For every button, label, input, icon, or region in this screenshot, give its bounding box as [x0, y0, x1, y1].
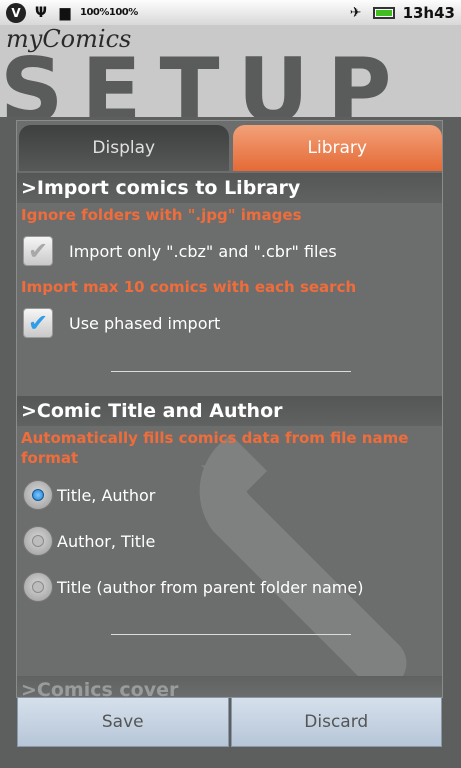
usb-icon: Ψ — [35, 4, 47, 21]
phased-import-option[interactable]: ✔ Use phased import — [17, 297, 442, 349]
save-button[interactable]: Save — [17, 697, 229, 747]
tab-bar: Display Library — [17, 121, 442, 173]
phased-import-label: Use phased import — [69, 313, 221, 333]
airplane-icon: ✈ — [349, 4, 362, 21]
battery-percent: 100%100% — [80, 7, 138, 18]
radio-author-title[interactable]: Author, Title — [17, 518, 442, 564]
sd-card-icon: ▆ — [59, 4, 71, 21]
v-logo-icon: V — [6, 2, 26, 23]
radio-title-parent-folder-button[interactable] — [23, 572, 53, 602]
import-max-option[interactable]: Import max 10 comics with each search — [17, 277, 442, 297]
library-settings: >Import comics to Library Ignore folders… — [17, 173, 442, 635]
cbz-cbr-option[interactable]: ✔ Import only ".cbz" and ".cbr" files — [17, 225, 442, 277]
phased-import-checkbox[interactable]: ✔ — [23, 308, 53, 338]
action-bar: Save Discard — [16, 697, 443, 747]
tab-display[interactable]: Display — [19, 125, 229, 171]
radio-author-title-button[interactable] — [23, 526, 53, 556]
radio-title-author-button[interactable] — [23, 480, 53, 510]
divider — [110, 634, 351, 635]
radio-title-author-label: Title, Author — [57, 485, 156, 505]
radio-title-author[interactable]: Title, Author — [17, 472, 442, 518]
ignore-folders-option[interactable]: Ignore folders with ".jpg" images — [17, 205, 442, 225]
setup-banner: SETUP — [0, 39, 410, 118]
cbz-cbr-checkbox[interactable]: ✔ — [23, 236, 53, 266]
import-section-header: >Import comics to Library — [17, 173, 442, 203]
settings-panel: Display Library >Import comics to Librar… — [16, 120, 443, 698]
comics-cover-section-header: >Comics cover — [17, 676, 442, 697]
tab-library[interactable]: Library — [232, 125, 442, 171]
app-header: SETUP myComics — [0, 25, 461, 117]
status-bar: V Ψ ▆ 100%100% ✈ 13h43 — [0, 0, 461, 25]
title-section-description: Automatically fills comics data from fil… — [21, 429, 409, 467]
discard-button[interactable]: Discard — [230, 697, 442, 747]
app-title: myComics — [6, 25, 132, 53]
clock: 13h43 — [402, 3, 455, 22]
title-section-header: >Comic Title and Author — [17, 396, 442, 426]
radio-title-parent-folder-label: Title (author from parent folder name) — [57, 577, 364, 597]
radio-author-title-label: Author, Title — [57, 531, 156, 551]
cbz-cbr-label: Import only ".cbz" and ".cbr" files — [69, 241, 337, 261]
battery-icon — [372, 6, 395, 19]
radio-title-parent-folder[interactable]: Title (author from parent folder name) — [17, 564, 442, 610]
